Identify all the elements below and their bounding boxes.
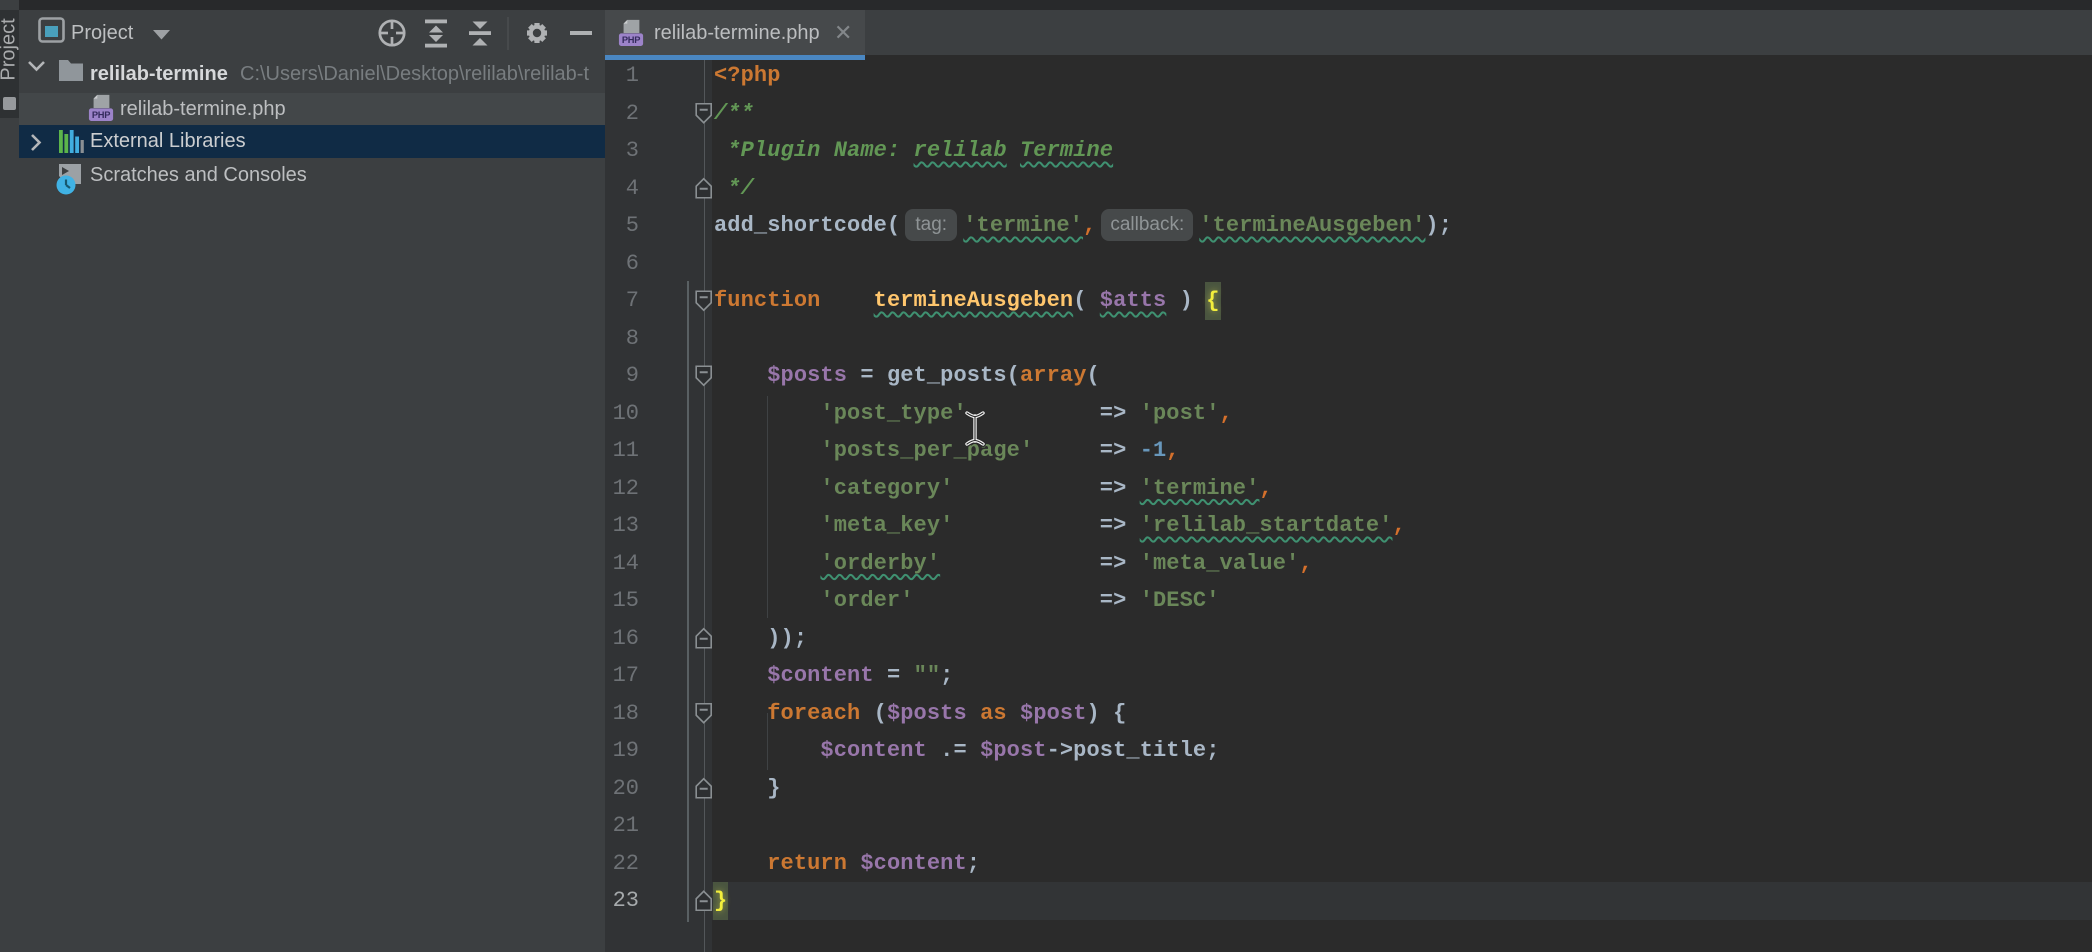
svg-text:PHP: PHP bbox=[622, 35, 640, 45]
svg-text:PHP: PHP bbox=[92, 110, 110, 120]
